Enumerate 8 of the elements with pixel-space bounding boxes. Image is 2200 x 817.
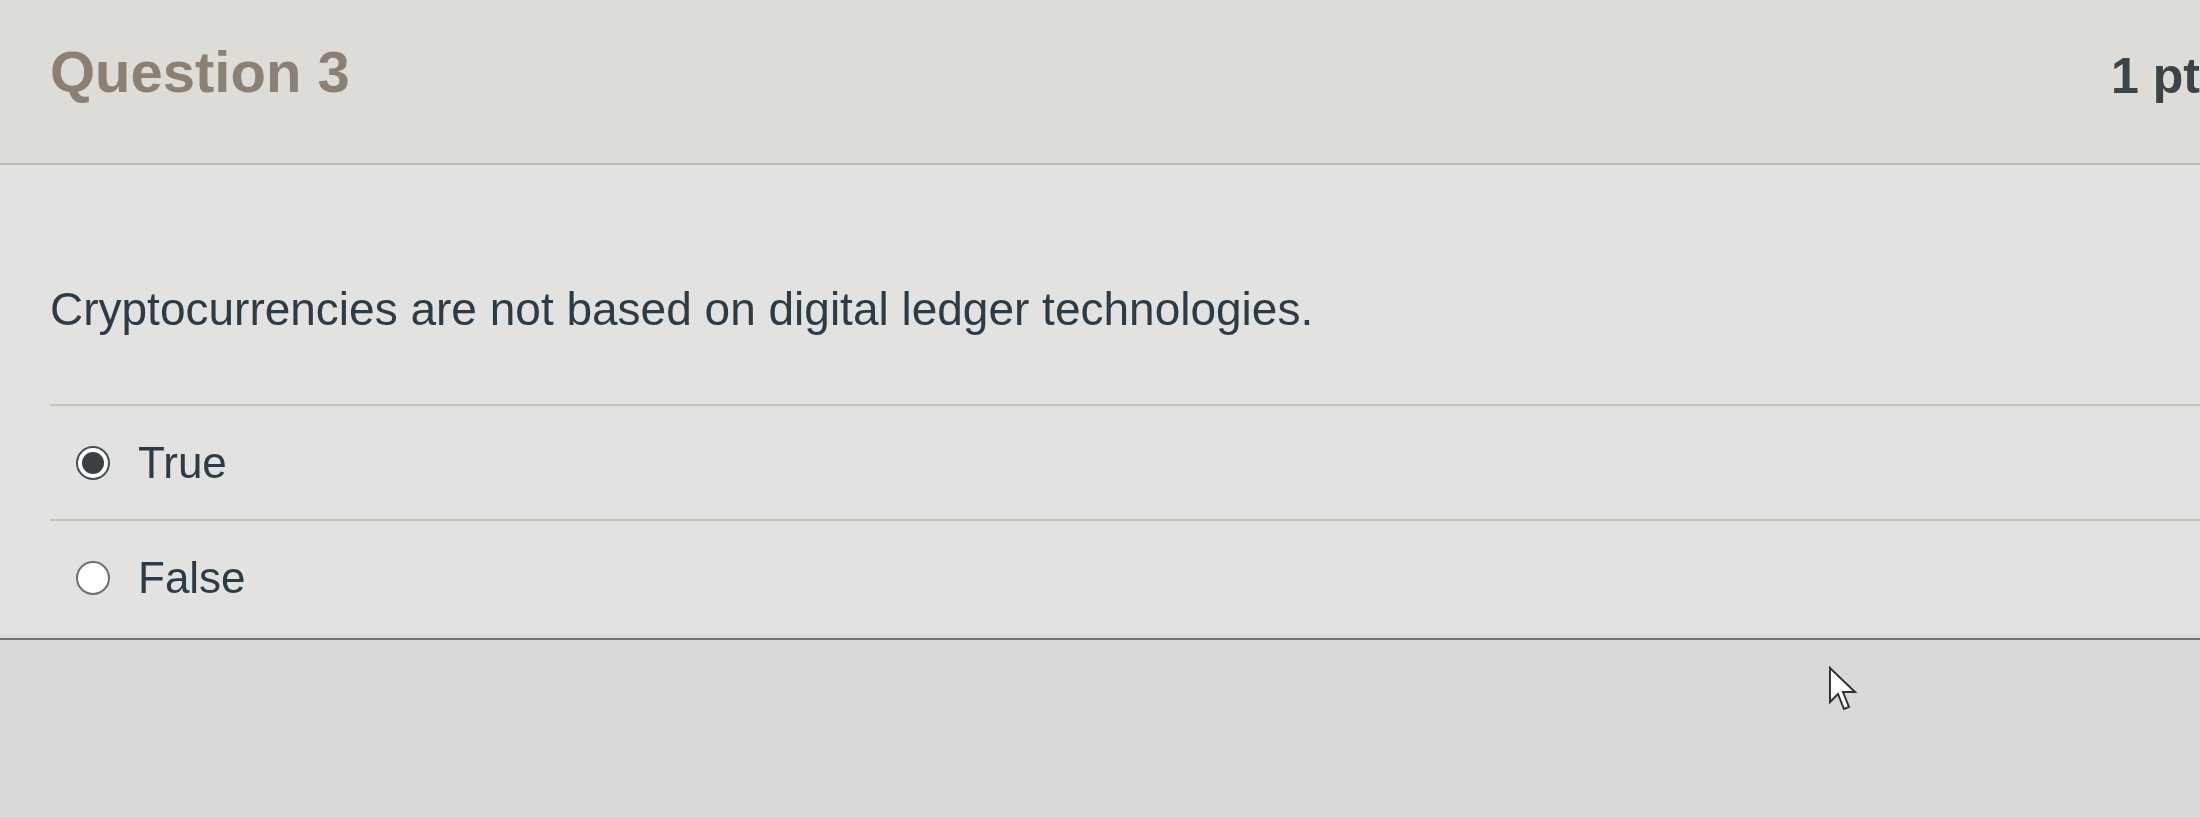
cursor-icon — [1828, 666, 1858, 712]
radio-button[interactable] — [76, 560, 110, 595]
question-title: Question 3 — [50, 38, 350, 106]
points-label: 1 pt — [2111, 47, 2200, 106]
radio-button[interactable] — [76, 445, 110, 480]
question-text: Cryptocurrencies are not based on digital ledger technologies. — [50, 283, 1314, 335]
option-label: True — [138, 436, 227, 489]
option-label: False — [138, 551, 246, 604]
